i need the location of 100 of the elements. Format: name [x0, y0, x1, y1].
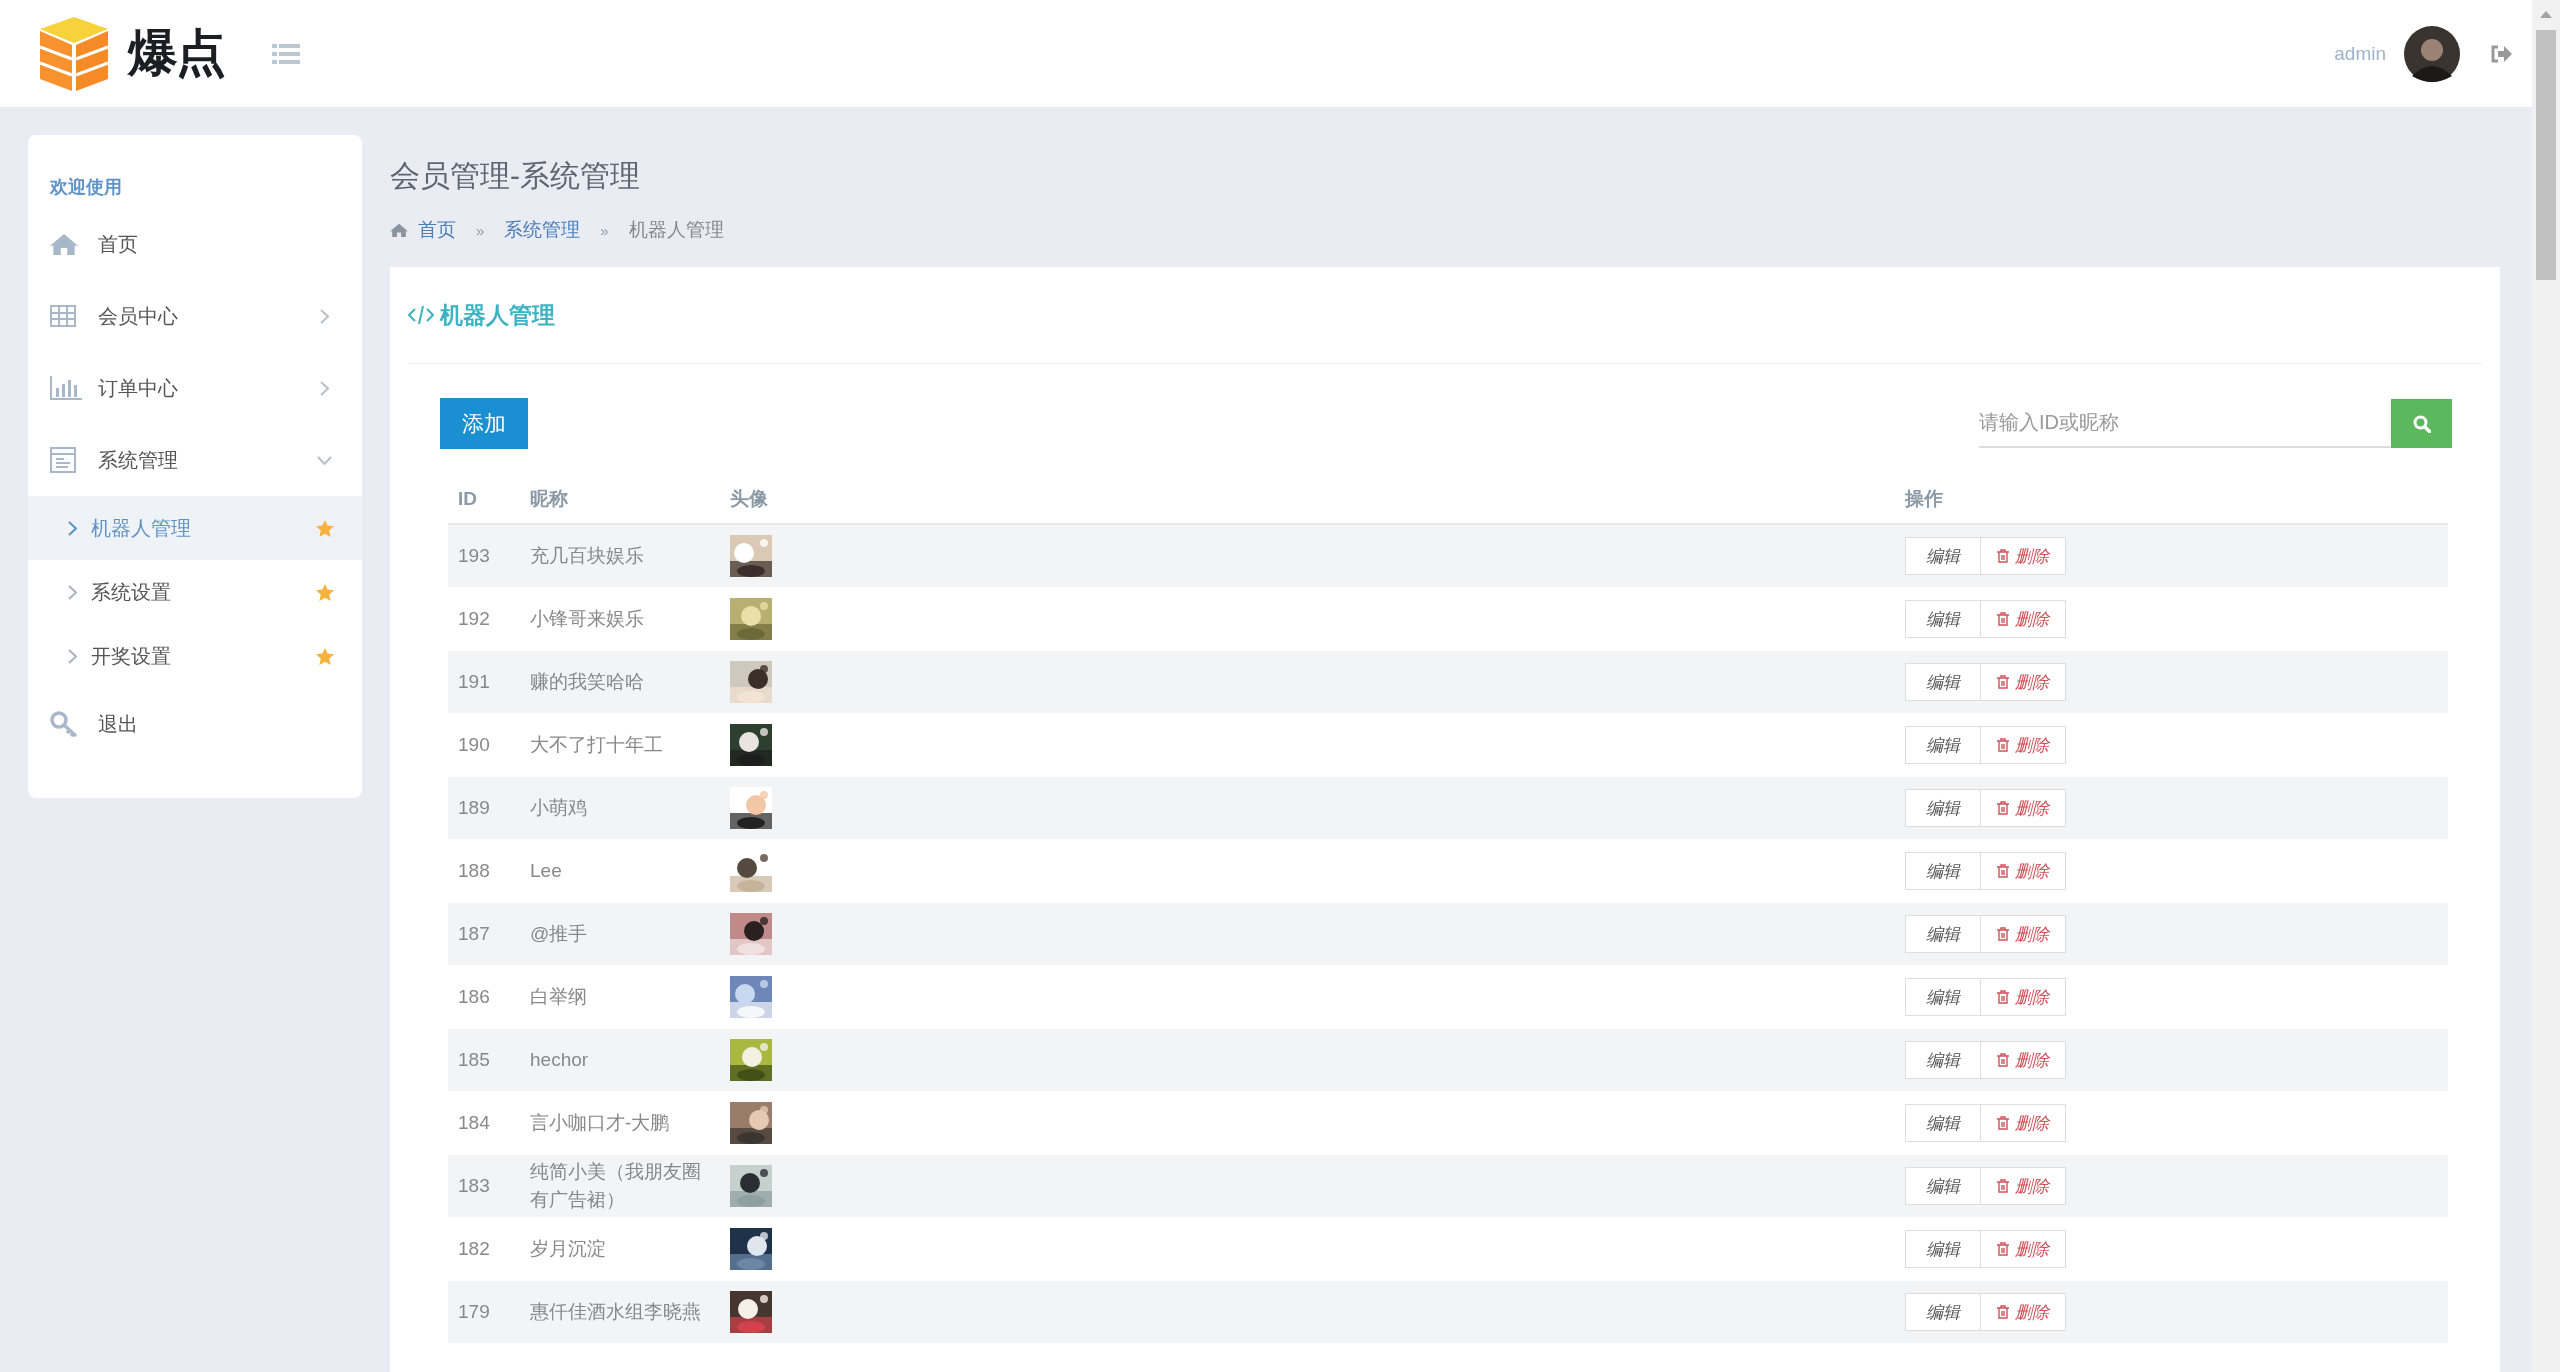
delete-button[interactable]: 删除	[1981, 600, 2066, 638]
submenu-item-label: 系统设置	[91, 579, 172, 605]
logo-text: 爆点	[128, 24, 224, 83]
column-header: 操作	[1903, 487, 1944, 511]
logo-icon	[38, 14, 110, 93]
nickname-cell-text: 言小咖口才-大鹏	[529, 1111, 671, 1136]
card-title: 机器人管理	[440, 300, 555, 330]
trash-icon	[1997, 1116, 2009, 1130]
trash-icon	[1997, 864, 2009, 878]
breadcrumb-link[interactable]: 系统管理	[504, 217, 581, 243]
id-cell-text: 184	[457, 1112, 491, 1134]
chevron-right-icon	[68, 520, 77, 536]
column-header: 昵称	[529, 487, 569, 511]
page-title: 会员管理-系统管理	[390, 158, 641, 194]
breadcrumb-separator: »	[476, 221, 485, 239]
logout-icon[interactable]	[2490, 44, 2512, 63]
nickname-cell-text: @推手	[529, 922, 589, 947]
sidebar-item[interactable]: 首页	[28, 208, 362, 280]
edit-button[interactable]: 编辑	[1905, 915, 1981, 953]
sidebar-item[interactable]: 订单中心	[28, 352, 362, 424]
edit-button[interactable]: 编辑	[1905, 1104, 1981, 1142]
nickname-cell-text: 白举纲	[529, 985, 588, 1010]
id-cell-text: 186	[457, 986, 491, 1008]
id-cell-text: 190	[457, 734, 491, 756]
trash-icon	[1997, 1053, 2009, 1067]
delete-button[interactable]: 删除	[1981, 1104, 2066, 1142]
search-icon	[2412, 414, 2431, 433]
trash-icon	[1997, 675, 2009, 689]
nickname-cell-text: 赚的我笑哈哈	[529, 670, 645, 695]
edit-button[interactable]: 编辑	[1905, 1230, 1981, 1268]
chevron-right-icon	[68, 648, 77, 664]
edit-button[interactable]: 编辑	[1905, 726, 1981, 764]
star-icon	[316, 647, 334, 665]
id-cell-text: 183	[457, 1175, 491, 1197]
id-cell-text: 192	[457, 608, 491, 630]
scroll-up-icon[interactable]	[2540, 10, 2552, 18]
sidebar-item[interactable]: 退出	[28, 688, 362, 760]
bar-chart-icon	[50, 376, 82, 400]
id-cell-text: 191	[457, 671, 491, 693]
trash-icon	[1997, 1242, 2009, 1256]
edit-button[interactable]: 编辑	[1905, 1041, 1981, 1079]
sidebar-item[interactable]: 系统管理	[28, 424, 362, 496]
id-cell-text: 187	[457, 923, 491, 945]
add-button[interactable]: 添加	[440, 398, 528, 449]
delete-button[interactable]: 删除	[1981, 726, 2066, 764]
delete-button[interactable]: 删除	[1981, 1041, 2066, 1079]
nickname-cell-text: hechor	[529, 1048, 590, 1073]
home-icon	[50, 232, 78, 256]
edit-button[interactable]: 编辑	[1905, 663, 1981, 701]
trash-icon	[1997, 990, 2009, 1004]
nickname-cell-text: 纯简小美（我朋友圈有广告裙）	[529, 1160, 702, 1212]
delete-button[interactable]: 删除	[1981, 663, 2066, 701]
delete-button[interactable]: 删除	[1981, 1230, 2066, 1268]
delete-button[interactable]: 删除	[1981, 852, 2066, 890]
submenu-item[interactable]: 开奖设置	[28, 624, 362, 688]
search-button[interactable]	[2391, 399, 2452, 448]
edit-button[interactable]: 编辑	[1905, 789, 1981, 827]
sidebar-item[interactable]: 会员中心	[28, 280, 362, 352]
nickname-cell-text: Lee	[529, 859, 563, 884]
edit-button[interactable]: 编辑	[1905, 1167, 1981, 1205]
nickname-cell-text: 大不了打十年工	[529, 733, 664, 758]
submenu-item[interactable]: 系统设置	[28, 560, 362, 624]
code-icon	[408, 305, 434, 325]
edit-button[interactable]: 编辑	[1905, 978, 1981, 1016]
edit-button[interactable]: 编辑	[1905, 600, 1981, 638]
trash-icon	[1997, 549, 2009, 563]
menu-icon[interactable]	[272, 42, 300, 65]
trash-icon	[1997, 1179, 2009, 1193]
delete-button[interactable]: 删除	[1981, 1167, 2066, 1205]
scrollbar-thumb[interactable]	[2536, 30, 2556, 280]
breadcrumb-current: 机器人管理	[628, 218, 724, 242]
sidebar-item-label: 会员中心	[98, 303, 179, 329]
delete-button[interactable]: 删除	[1981, 915, 2066, 953]
avatar[interactable]	[2404, 25, 2460, 82]
submenu-item-label: 开奖设置	[91, 643, 172, 669]
delete-button[interactable]: 删除	[1981, 789, 2066, 827]
delete-button[interactable]: 删除	[1981, 1293, 2066, 1331]
key-icon	[50, 711, 78, 737]
breadcrumb-link[interactable]: 首页	[418, 217, 456, 243]
column-header: 头像	[729, 487, 769, 511]
nickname-cell-text: 小锋哥来娱乐	[529, 607, 645, 632]
nickname-cell-text: 充几百块娱乐	[529, 544, 645, 569]
nickname-cell-text: 小萌鸡	[529, 796, 588, 821]
sidebar-item-label: 系统管理	[98, 447, 179, 473]
table-icon	[50, 305, 76, 327]
delete-button[interactable]: 删除	[1981, 537, 2066, 575]
nickname-cell-text: 岁月沉淀	[529, 1237, 607, 1262]
submenu-item-label: 机器人管理	[91, 515, 192, 541]
id-cell-text: 185	[457, 1049, 491, 1071]
edit-button[interactable]: 编辑	[1905, 852, 1981, 890]
trash-icon	[1997, 738, 2009, 752]
edit-button[interactable]: 编辑	[1905, 1293, 1981, 1331]
breadcrumb-separator: »	[600, 221, 609, 239]
sidebar-heading: 欢迎使用	[48, 176, 123, 199]
star-icon	[316, 519, 334, 537]
nickname-cell-text: 惠仟佳酒水组李晓燕	[529, 1300, 702, 1325]
sidebar-item-label: 首页	[98, 231, 139, 257]
list-window-icon	[50, 447, 76, 473]
edit-button[interactable]: 编辑	[1905, 537, 1981, 575]
delete-button[interactable]: 删除	[1981, 978, 2066, 1016]
